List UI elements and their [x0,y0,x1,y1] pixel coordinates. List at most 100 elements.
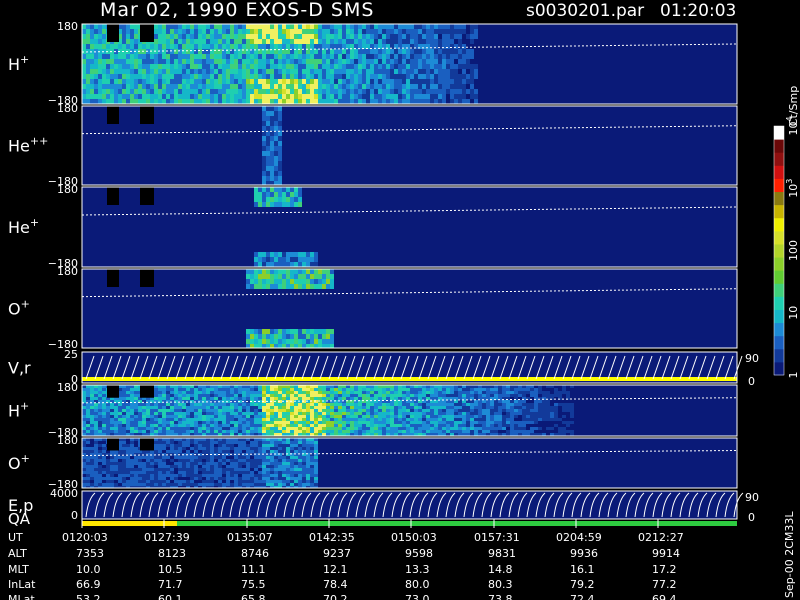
spectrogram-cell [358,84,362,89]
spectrogram-cell [274,252,278,257]
spectrogram-cell [362,424,366,427]
spectrogram-cell [218,444,222,447]
spectrogram-cell [306,252,310,257]
spectrogram-cell [122,456,126,459]
spectrogram-cell [302,471,306,474]
data-gap [140,106,154,124]
spectrogram-cell [262,197,266,202]
spectrogram-cell [318,279,322,284]
spectrogram-cell [370,412,374,415]
spectrogram-cell [394,415,398,418]
spectrogram-cell [262,99,266,104]
spectrogram-cell [250,441,254,444]
spectrogram-cell [298,444,302,447]
spectrogram-cell [570,406,574,409]
spectrogram-cell [274,69,278,74]
spectrogram-cell [414,74,418,79]
spectrogram-cell [418,29,422,34]
spectrogram-cell [178,44,182,49]
spectrogram-cell [298,79,302,84]
spectrogram-cell [530,427,534,430]
spectrogram-cell [90,79,94,84]
spectrogram-cell [254,344,258,348]
spectrogram-cell [130,99,134,104]
spectrogram-cell [90,418,94,421]
spectrogram-cell [414,39,418,44]
spectrogram-cell [294,427,298,430]
spectrogram-cell [342,394,346,397]
spectrogram-cell [334,74,338,79]
spectrogram-cell [222,64,226,69]
spectrogram-cell [126,59,130,64]
spectrogram-cell [318,424,322,427]
spectrogram-cell [306,447,310,450]
spectrogram-cell [186,444,190,447]
spectrogram-cell [218,459,222,462]
spectrogram-cell [342,64,346,69]
spectrogram-cell [158,477,162,480]
spectrogram-cell [330,424,334,427]
spectrogram-cell [266,192,270,197]
spectrogram-cell [358,49,362,54]
spectrogram-cell [106,89,110,94]
spectrogram-cell [282,421,286,424]
spectrogram-cell [218,24,222,29]
spectrogram-cell [394,24,398,29]
spectrogram-cell [426,84,430,89]
spectrogram-cell [218,397,222,400]
spectrogram-cell [430,394,434,397]
spectrogram-cell [314,397,318,400]
spectrogram-cell [154,391,158,394]
spectrogram-cell [102,409,106,412]
spectrogram-cell [350,424,354,427]
spectrogram-cell [378,391,382,394]
spectrogram-cell [306,274,310,279]
spectrogram-cell [86,59,90,64]
spectrogram-cell [182,49,186,54]
spectrogram-cell [190,441,194,444]
spectrogram-cell [266,483,270,486]
spectrogram-cell [210,421,214,424]
spectrogram-cell [218,456,222,459]
spectrogram-cell [106,459,110,462]
spectrogram-cell [154,421,158,424]
spectrogram-cell [482,388,486,391]
spectrogram-cell [138,462,142,465]
spectrogram-cell [266,427,270,430]
spectrogram-cell [242,459,246,462]
spectrogram-cell [226,427,230,430]
spectrogram-cell [170,39,174,44]
spectrogram-cell [314,84,318,89]
spectrogram-cell [322,64,326,69]
data-gap [140,24,154,42]
spectrogram-cell [550,412,554,415]
spectrogram-cell [538,400,542,403]
spectrogram-cell [222,69,226,74]
spectrogram-cell [262,74,266,79]
spectrogram-cell [254,197,258,202]
spectrogram-cell [154,24,158,29]
spectrogram-cell [466,415,470,418]
spectrogram-cell [466,59,470,64]
spectrogram-cell [154,424,158,427]
spectrogram-cell [406,406,410,409]
spectrogram-cell [322,388,326,391]
spectrogram-cell [274,409,278,412]
spectrogram-cell [262,69,266,74]
spectrogram-cell [290,257,294,262]
spectrogram-cell [170,84,174,89]
spectrogram-cell [94,69,98,74]
spectrogram-cell [290,409,294,412]
spectrogram-cell [278,418,282,421]
spectrogram-cell [258,74,262,79]
spectrogram-cell [522,391,526,394]
spectrogram-cell [278,24,282,29]
spectrogram-cell [470,412,474,415]
spectrogram-cell [86,406,90,409]
spectrogram-cell [178,430,182,433]
spectrogram-cell [506,424,510,427]
spectrogram-cell [110,44,114,49]
spectrogram-cell [206,89,210,94]
spectrogram-cell [182,480,186,483]
spectrogram-cell [250,59,254,64]
